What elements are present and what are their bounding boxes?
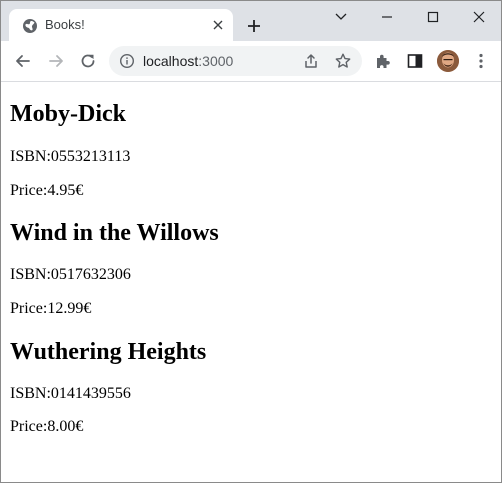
tab-books[interactable]: Books! xyxy=(9,9,233,41)
maximize-icon[interactable] xyxy=(419,7,447,27)
isbn-label: ISBN: xyxy=(10,385,51,402)
minimize-icon[interactable] xyxy=(373,7,401,27)
url-host: localhost xyxy=(143,53,199,69)
globe-icon xyxy=(23,19,37,33)
price-value: 8.00€ xyxy=(47,418,84,435)
isbn-value: 0517632306 xyxy=(50,266,131,283)
share-icon[interactable] xyxy=(302,52,320,70)
tab-strip: Books! xyxy=(1,1,501,41)
book-isbn: ISBN:0553213113 xyxy=(10,148,130,166)
book-price: Price:12.99€ xyxy=(10,300,91,318)
forward-arrow-icon[interactable] xyxy=(46,51,66,71)
book-price: Price:8.00€ xyxy=(10,418,83,436)
isbn-label: ISBN: xyxy=(10,148,51,165)
page-content: Moby-Dick ISBN:0553213113 Price:4.95€ Wi… xyxy=(1,82,501,482)
isbn-value: 0553213113 xyxy=(50,148,131,165)
info-icon[interactable] xyxy=(119,53,135,69)
reload-icon[interactable] xyxy=(78,51,98,71)
browser-window: Books! localhost:3000 Moby-Dick ISBN:055… xyxy=(0,0,502,483)
toolbar: localhost:3000 xyxy=(1,41,501,82)
price-label: Price: xyxy=(10,300,48,317)
plus-icon[interactable] xyxy=(245,17,263,35)
window-close-icon[interactable] xyxy=(465,7,493,27)
tab-title: Books! xyxy=(45,17,85,32)
book-title: Moby-Dick xyxy=(10,101,126,127)
back-arrow-icon[interactable] xyxy=(13,51,33,71)
book-isbn: ISBN:0141439556 xyxy=(10,385,131,403)
isbn-label: ISBN: xyxy=(10,266,51,283)
puzzle-icon[interactable] xyxy=(373,51,393,71)
book-title: Wuthering Heights xyxy=(10,339,207,365)
side-panel-icon[interactable] xyxy=(405,51,425,71)
kebab-menu-icon[interactable] xyxy=(471,51,491,71)
avatar-icon xyxy=(437,50,459,72)
isbn-value: 0141439556 xyxy=(50,385,131,402)
book-isbn: ISBN:0517632306 xyxy=(10,266,131,284)
url-port: :3000 xyxy=(198,53,234,69)
avatar[interactable] xyxy=(437,50,459,72)
price-value: 12.99€ xyxy=(47,300,92,317)
book-price: Price:4.95€ xyxy=(10,182,83,200)
price-value: 4.95€ xyxy=(47,182,84,199)
address-bar[interactable]: localhost:3000 xyxy=(109,46,362,76)
price-label: Price: xyxy=(10,418,48,435)
close-icon[interactable] xyxy=(211,18,225,32)
chevron-down-icon[interactable] xyxy=(327,7,355,27)
book-title: Wind in the Willows xyxy=(10,220,219,246)
url-text[interactable]: localhost:3000 xyxy=(143,53,233,69)
star-icon[interactable] xyxy=(334,52,352,70)
price-label: Price: xyxy=(10,182,48,199)
